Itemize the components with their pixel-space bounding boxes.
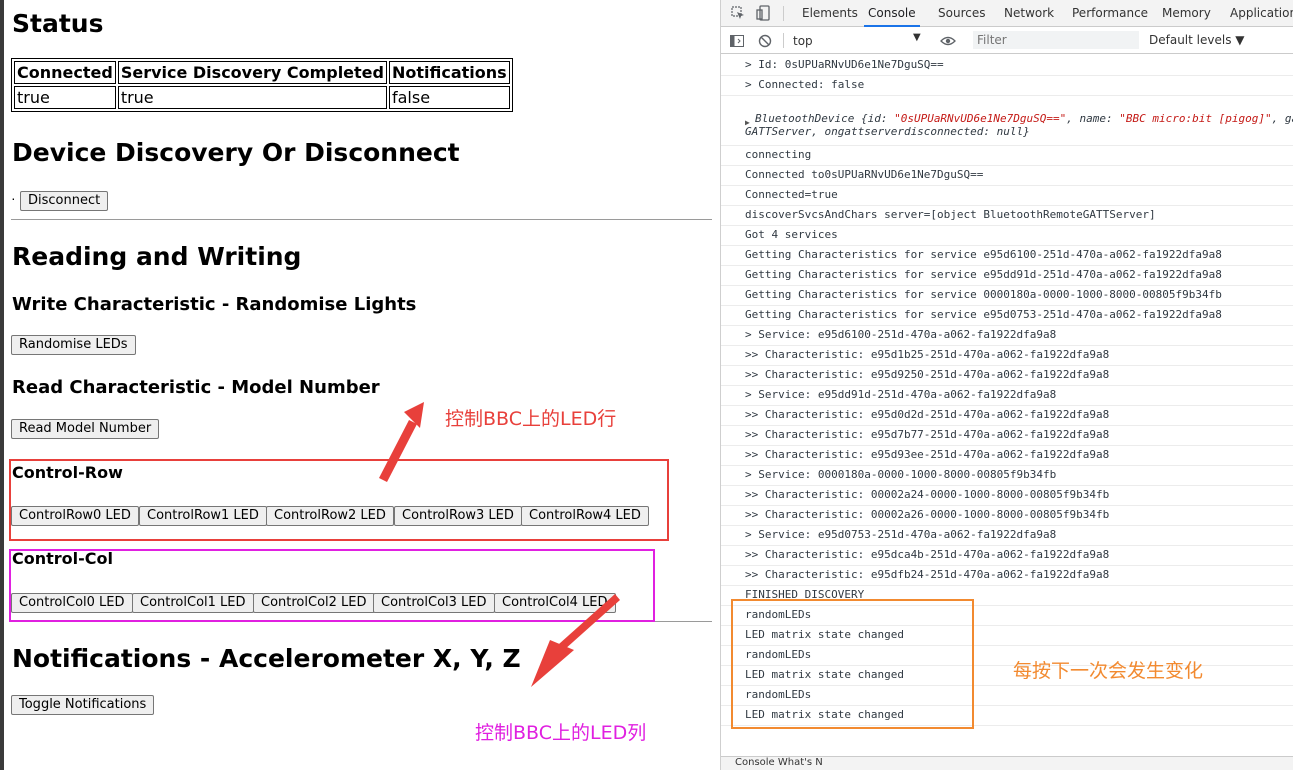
console-log-line: Getting Characteristics for service e95d…: [721, 306, 1293, 326]
console-filter-input[interactable]: [973, 31, 1139, 49]
console-log-line: Getting Characteristics for service 0000…: [721, 286, 1293, 306]
write-characteristic-heading: Write Characteristic - Randomise Lights: [12, 294, 417, 315]
object-prefix: BluetoothDevice {id:: [755, 112, 895, 125]
console-log-line: > Service: 0000180a-0000-1000-8000-00805…: [721, 466, 1293, 486]
console-object-entry: ▶ BluetoothDevice {id: "0sUPUaRNvUD6e1Ne7…: [721, 110, 1293, 146]
console-drawer: Console What's N: [721, 756, 1293, 770]
status-header-connected: Connected: [14, 61, 116, 84]
expand-caret-icon[interactable]: ▶: [745, 118, 750, 127]
context-dropdown-icon[interactable]: ▼: [913, 32, 921, 43]
status-header-notifications: Notifications: [388, 61, 510, 84]
section-divider: [11, 219, 712, 220]
read-characteristic-heading: Read Characteristic - Model Number: [12, 377, 380, 398]
tab-sources[interactable]: Sources: [938, 0, 985, 27]
console-log-line: Connected to0sUPUaRNvUD6e1Ne7DguSQ==: [721, 166, 1293, 186]
console-log-line: > Connected: false: [721, 76, 1293, 96]
status-value-discovery: true: [117, 86, 387, 109]
web-page: Status Connected Service Discovery Compl…: [0, 0, 720, 770]
console-log-line: > Service: e95dd91d-251d-470a-a062-fa192…: [721, 386, 1293, 406]
sidebar-toggle-icon[interactable]: [729, 33, 745, 49]
clear-console-icon[interactable]: [757, 33, 773, 49]
object-line-2: GATTServer, ongattserverdisconnected: nu…: [745, 125, 1030, 138]
disconnect-button[interactable]: Disconnect: [20, 191, 109, 211]
notifications-heading: Notifications - Accelerometer X, Y, Z: [12, 644, 521, 673]
tab-console[interactable]: Console: [864, 0, 920, 27]
console-log-line: >> Characteristic: e95d9250-251d-470a-a0…: [721, 366, 1293, 386]
status-header-discovery: Service Discovery Completed: [117, 61, 387, 84]
tab-memory[interactable]: Memory: [1162, 0, 1211, 27]
tab-elements[interactable]: Elements: [802, 0, 858, 27]
status-table: Connected Service Discovery Completed No…: [11, 58, 513, 112]
console-log-line: >> Characteristic: e95dfb24-251d-470a-a0…: [721, 566, 1293, 586]
drawer-tabs[interactable]: Console What's N: [735, 757, 823, 768]
list-bullet: ·: [11, 190, 16, 206]
eye-icon[interactable]: [939, 33, 957, 49]
console-annotation-text: 每按下一次会发生变化: [1013, 660, 1204, 682]
object-tail: , ga: [1271, 112, 1293, 125]
context-selector[interactable]: top: [793, 34, 813, 48]
console-log-line: >> Characteristic: 00002a24-0000-1000-80…: [721, 486, 1293, 506]
toolbar-separator: [783, 6, 784, 21]
console-log-line: >> Characteristic: e95d7b77-251d-470a-a0…: [721, 426, 1293, 446]
console-log-line: > Service: e95d6100-251d-470a-a062-fa192…: [721, 326, 1293, 346]
console-log-line: Getting Characteristics for service e95d…: [721, 246, 1293, 266]
console-log-line: >> Characteristic: e95d1b25-251d-470a-a0…: [721, 346, 1293, 366]
discovery-heading: Device Discovery Or Disconnect: [12, 138, 460, 167]
devtools-toolbar: Elements Console Sources Network Perform…: [721, 0, 1293, 27]
console-log-line: >> Characteristic: e95d0d2d-251d-470a-a0…: [721, 406, 1293, 426]
log-levels-dropdown[interactable]: Default levels ▼: [1149, 33, 1245, 47]
console-log-line: >> Characteristic: 00002a26-0000-1000-80…: [721, 506, 1293, 526]
console-log-line: >> Characteristic: e95dca4b-251d-470a-a0…: [721, 546, 1293, 566]
console-highlight-box: [731, 599, 974, 729]
console-log-line: > Id: 0sUPUaRNvUD6e1Ne7DguSQ==: [721, 56, 1293, 76]
row-highlight-box: [9, 459, 669, 541]
tab-network[interactable]: Network: [1004, 0, 1054, 27]
toggle-notifications-button[interactable]: Toggle Notifications: [11, 695, 155, 715]
tab-application[interactable]: Application: [1230, 0, 1293, 27]
device-toolbar-icon[interactable]: [754, 4, 772, 22]
col-annotation-text: 控制BBC上的LED列: [475, 722, 647, 744]
console-log-line: connecting: [721, 146, 1293, 166]
status-value-connected: true: [14, 86, 116, 109]
object-name-str: "BBC micro:bit [pigog]": [1119, 112, 1272, 125]
console-log-line: > Service: e95d0753-251d-470a-a062-fa192…: [721, 526, 1293, 546]
tab-performance[interactable]: Performance: [1072, 0, 1148, 27]
console-log-line: discoverSvcsAndChars server=[object Blue…: [721, 206, 1293, 226]
col-highlight-box: [9, 549, 655, 622]
reading-writing-heading: Reading and Writing: [12, 242, 302, 271]
inspect-element-icon[interactable]: [729, 4, 747, 22]
filter-separator: [783, 33, 784, 48]
object-id-str: "0sUPUaRNvUD6e1Ne7DguSQ==": [894, 112, 1067, 125]
console-filter-bar: top ▼ Default levels ▼: [721, 28, 1293, 54]
row-annotation-text: 控制BBC上的LED行: [445, 408, 617, 430]
status-heading: Status: [12, 9, 104, 38]
console-log-line: Got 4 services: [721, 226, 1293, 246]
window-edge: [0, 0, 4, 770]
console-log-line: Connected=true: [721, 186, 1293, 206]
read-model-number-button[interactable]: Read Model Number: [11, 419, 160, 439]
status-value-notifications: false: [388, 86, 510, 109]
console-log-line: Getting Characteristics for service e95d…: [721, 266, 1293, 286]
randomise-leds-button[interactable]: Randomise LEDs: [11, 335, 136, 355]
console-log-line: >> Characteristic: e95d93ee-251d-470a-a0…: [721, 446, 1293, 466]
object-mid: , name:: [1066, 112, 1120, 125]
